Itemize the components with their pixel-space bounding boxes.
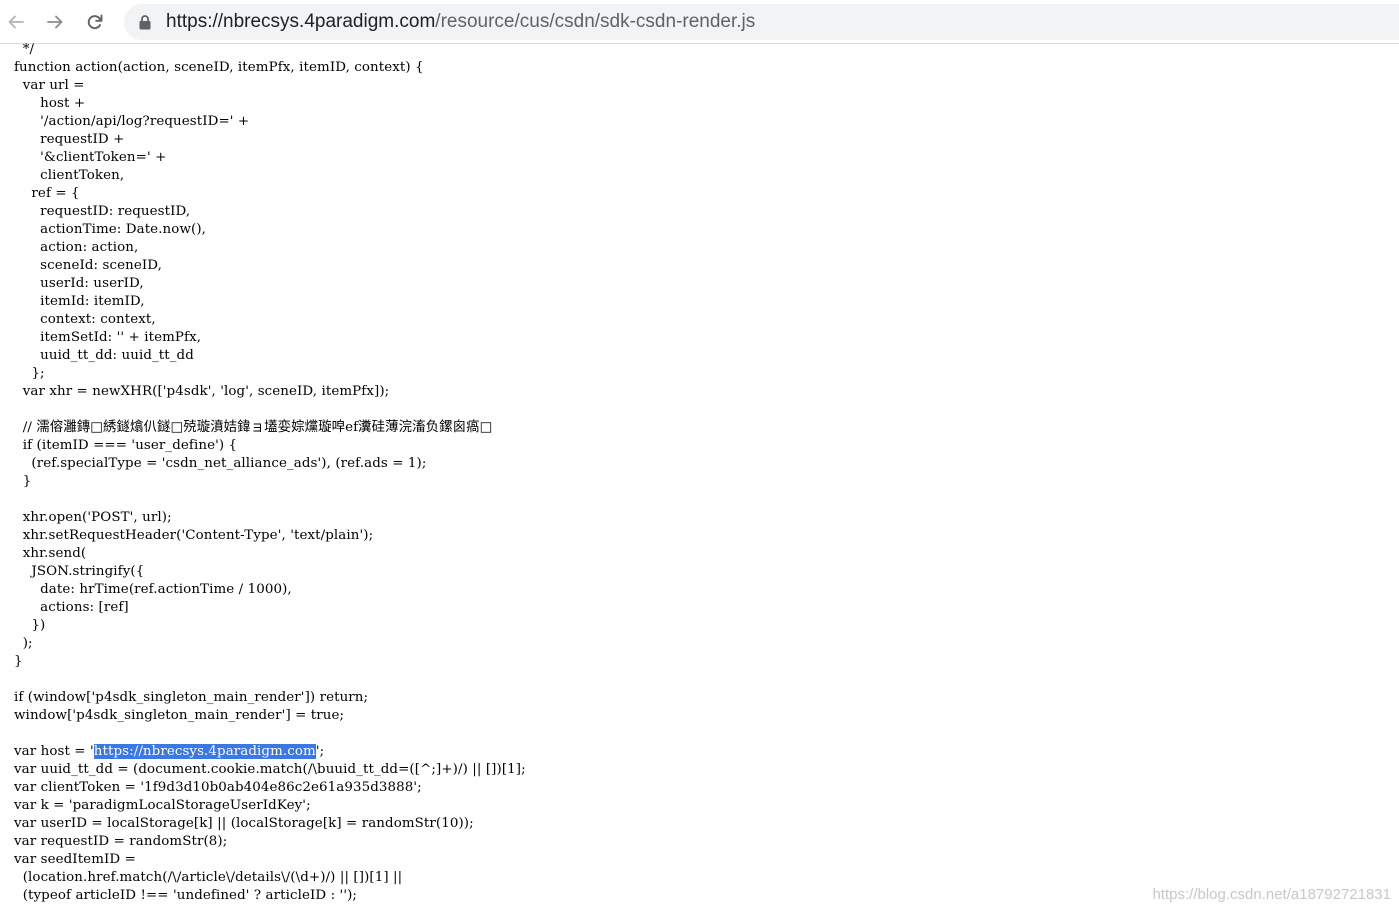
code-line: xhr.setRequestHeader('Content-Type', 'te… <box>14 528 374 543</box>
code-line: var userID = localStorage[k] || (localSt… <box>14 816 474 831</box>
code-line: clientToken, <box>14 168 125 183</box>
code-line: // 濡傛灉鏄□綉鐩熻仈鐩□殑璇濆姞鍏ョ壒娈婃爣璇唕ef瀵硅薄浣滀负鏍囪瘑□ <box>14 420 493 435</box>
code-line: sceneId: sceneID, <box>14 258 162 273</box>
code-line: (typeof articleID !== 'undefined' ? arti… <box>14 888 358 903</box>
code-line: var host = 'https://nbrecsys.4paradigm.c… <box>14 743 526 761</box>
code-line: requestID: requestID, <box>14 204 191 219</box>
code-line: requestID + <box>14 132 125 147</box>
code-line: var requestID = randomStr(8); <box>14 834 228 849</box>
code-line: itemId: itemID, <box>14 294 145 309</box>
code-line: window['p4sdk_singleton_main_render'] = … <box>14 708 345 723</box>
code-line: '&clientToken=' + <box>14 150 167 165</box>
code-line: context: context, <box>14 312 156 327</box>
url-host: https://nbrecsys.4paradigm.com <box>166 11 436 32</box>
code-line: xhr.open('POST', url); <box>14 510 172 525</box>
code-line: var xhr = newXHR(['p4sdk', 'log', sceneI… <box>14 384 390 399</box>
code-line: actionTime: Date.now(), <box>14 222 207 237</box>
code-line: userId: userID, <box>14 276 144 291</box>
url-text[interactable]: https://nbrecsys.4paradigm.com/resource/… <box>166 10 755 34</box>
code-line: actions: [ref] <box>14 600 129 615</box>
code-line: itemSetId: '' + itemPfx, <box>14 330 202 345</box>
selected-text[interactable]: https://nbrecsys.4paradigm.com <box>93 744 316 759</box>
code-line: (ref.specialType = 'csdn_net_alliance_ad… <box>14 456 427 471</box>
code-line: host + <box>14 96 86 111</box>
code-line: '/action/api/log?requestID=' + <box>14 114 250 129</box>
forward-arrow-icon <box>47 15 63 29</box>
code-line: if (window['p4sdk_singleton_main_render'… <box>14 690 369 705</box>
code-line: var uuid_tt_dd = (document.cookie.match(… <box>14 762 526 777</box>
code-line: } <box>14 474 32 489</box>
code-line: date: hrTime(ref.actionTime / 1000), <box>14 582 292 597</box>
reload-button[interactable] <box>81 8 109 36</box>
url-path: /resource/cus/csdn/sdk-csdn-render.js <box>435 11 756 32</box>
source-code-view: */ function action(action, sceneID, itemP… <box>14 41 526 905</box>
code-line: if (itemID === 'user_define') { <box>14 438 238 453</box>
code-line: xhr.send( <box>14 546 87 561</box>
code-line: (location.href.match(/\/article\/details… <box>14 870 403 885</box>
back-arrow-icon <box>8 15 24 29</box>
code-line: uuid_tt_dd: uuid_tt_dd <box>14 348 194 363</box>
code-line: var k = 'paradigmLocalStorageUserIdKey'; <box>14 798 311 813</box>
code-text: var host = ' <box>14 744 94 759</box>
code-line: var url = <box>14 78 85 93</box>
code-line: function action(action, sceneID, itemPfx… <box>14 60 424 75</box>
code-line: JSON.stringify({ <box>14 564 145 579</box>
code-line: */ <box>14 42 35 57</box>
code-line: ref = { <box>14 186 80 201</box>
code-line: ); <box>14 636 33 651</box>
code-text: '; <box>315 744 325 759</box>
browser-toolbar: https://nbrecsys.4paradigm.com/resource/… <box>0 0 1399 44</box>
code-line: var seedItemID = <box>14 852 136 867</box>
code-line: }) <box>14 618 46 633</box>
reload-icon <box>87 14 103 30</box>
code-line: var clientToken = '1f9d3d10b0ab404e86c2e… <box>14 780 422 795</box>
code-line: action: action, <box>14 240 139 255</box>
lock-icon <box>139 15 151 30</box>
back-button[interactable] <box>2 8 30 36</box>
watermark: https://blog.csdn.net/a18792721831 <box>1152 886 1391 903</box>
code-line: }; <box>14 366 45 381</box>
address-bar[interactable]: https://nbrecsys.4paradigm.com/resource/… <box>124 4 1399 40</box>
forward-button[interactable] <box>41 8 69 36</box>
code-line: } <box>14 654 23 669</box>
